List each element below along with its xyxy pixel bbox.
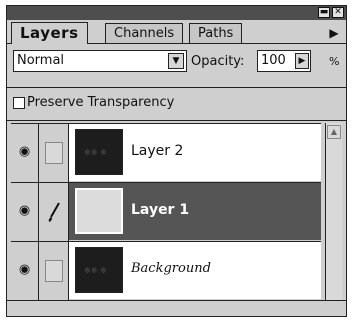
layer-name[interactable]: Background	[131, 261, 211, 276]
layer-thumbnail: ※※ ※	[75, 247, 123, 293]
eye-icon[interactable]: ◉	[16, 145, 33, 158]
opacity-slider-arrow-icon[interactable]: ▶	[295, 53, 309, 69]
preserve-transparency-row[interactable]: Preserve Transparency	[13, 95, 174, 115]
palette-titlebar[interactable]: ▬ ✕	[7, 6, 346, 20]
divider	[7, 87, 346, 88]
layer-thumbnail	[75, 188, 123, 234]
minimize-button[interactable]: ▬	[318, 7, 330, 18]
eye-icon[interactable]: ◉	[16, 204, 33, 217]
blend-row: Normal ▼ Opacity: 100 ▶ %	[7, 50, 346, 76]
dropdown-arrow-icon[interactable]: ▼	[168, 53, 184, 69]
eye-icon[interactable]: ◉	[16, 263, 33, 276]
opacity-field[interactable]: 100 ▶	[257, 50, 311, 72]
tab-paths[interactable]: Paths	[189, 23, 243, 44]
link-cell[interactable]	[39, 124, 69, 182]
opacity-unit: %	[329, 55, 340, 68]
tab-channels[interactable]: Channels	[105, 23, 184, 44]
visibility-cell[interactable]: ◉	[11, 183, 39, 241]
thumbnail-content: ※※ ※	[84, 148, 107, 157]
palette-menu-arrow-icon[interactable]: ▶	[326, 25, 342, 41]
layer-thumbnail: ※※ ※	[75, 129, 123, 175]
scroll-up-icon[interactable]: ▲	[327, 125, 341, 139]
layer-row-layer-2[interactable]: ◉ ※※ ※ Layer 2	[11, 123, 321, 182]
layer-row-layer-1[interactable]: ◉ Layer 1	[11, 182, 321, 241]
divider	[7, 300, 346, 301]
paintbrush-cell[interactable]	[39, 183, 69, 241]
blend-mode-select[interactable]: Normal ▼	[13, 50, 187, 72]
visibility-cell[interactable]: ◉	[11, 242, 39, 300]
layer-name[interactable]: Layer 1	[131, 202, 189, 218]
tab-layers[interactable]: Layers	[11, 22, 88, 44]
link-cell[interactable]	[39, 242, 69, 300]
layer-row-background[interactable]: ◉ ※※ ※ Background	[11, 241, 321, 300]
close-button[interactable]: ✕	[332, 7, 344, 18]
layer-list-scrollbar[interactable]: ▲	[325, 123, 342, 300]
link-box[interactable]	[45, 260, 63, 282]
blend-mode-value: Normal	[17, 53, 65, 68]
visibility-cell[interactable]: ◉	[11, 124, 39, 182]
layers-palette: ▬ ✕ Layers Channels Paths ▶ Normal ▼ Opa…	[6, 5, 347, 317]
opacity-value: 100	[261, 53, 286, 68]
link-box[interactable]	[45, 142, 63, 164]
palette-tabs: Layers Channels Paths ▶	[7, 20, 346, 44]
layer-list: ◉ ※※ ※ Layer 2 ◉ Layer 1 ◉ ※※ ※ Backgrou…	[11, 123, 321, 300]
layer-name[interactable]: Layer 2	[131, 143, 183, 159]
divider	[7, 120, 346, 121]
opacity-label: Opacity:	[191, 54, 245, 69]
thumbnail-content: ※※ ※	[84, 266, 107, 275]
paintbrush-icon	[45, 201, 63, 223]
preserve-transparency-checkbox[interactable]	[13, 96, 25, 109]
preserve-transparency-label: Preserve Transparency	[27, 95, 175, 110]
